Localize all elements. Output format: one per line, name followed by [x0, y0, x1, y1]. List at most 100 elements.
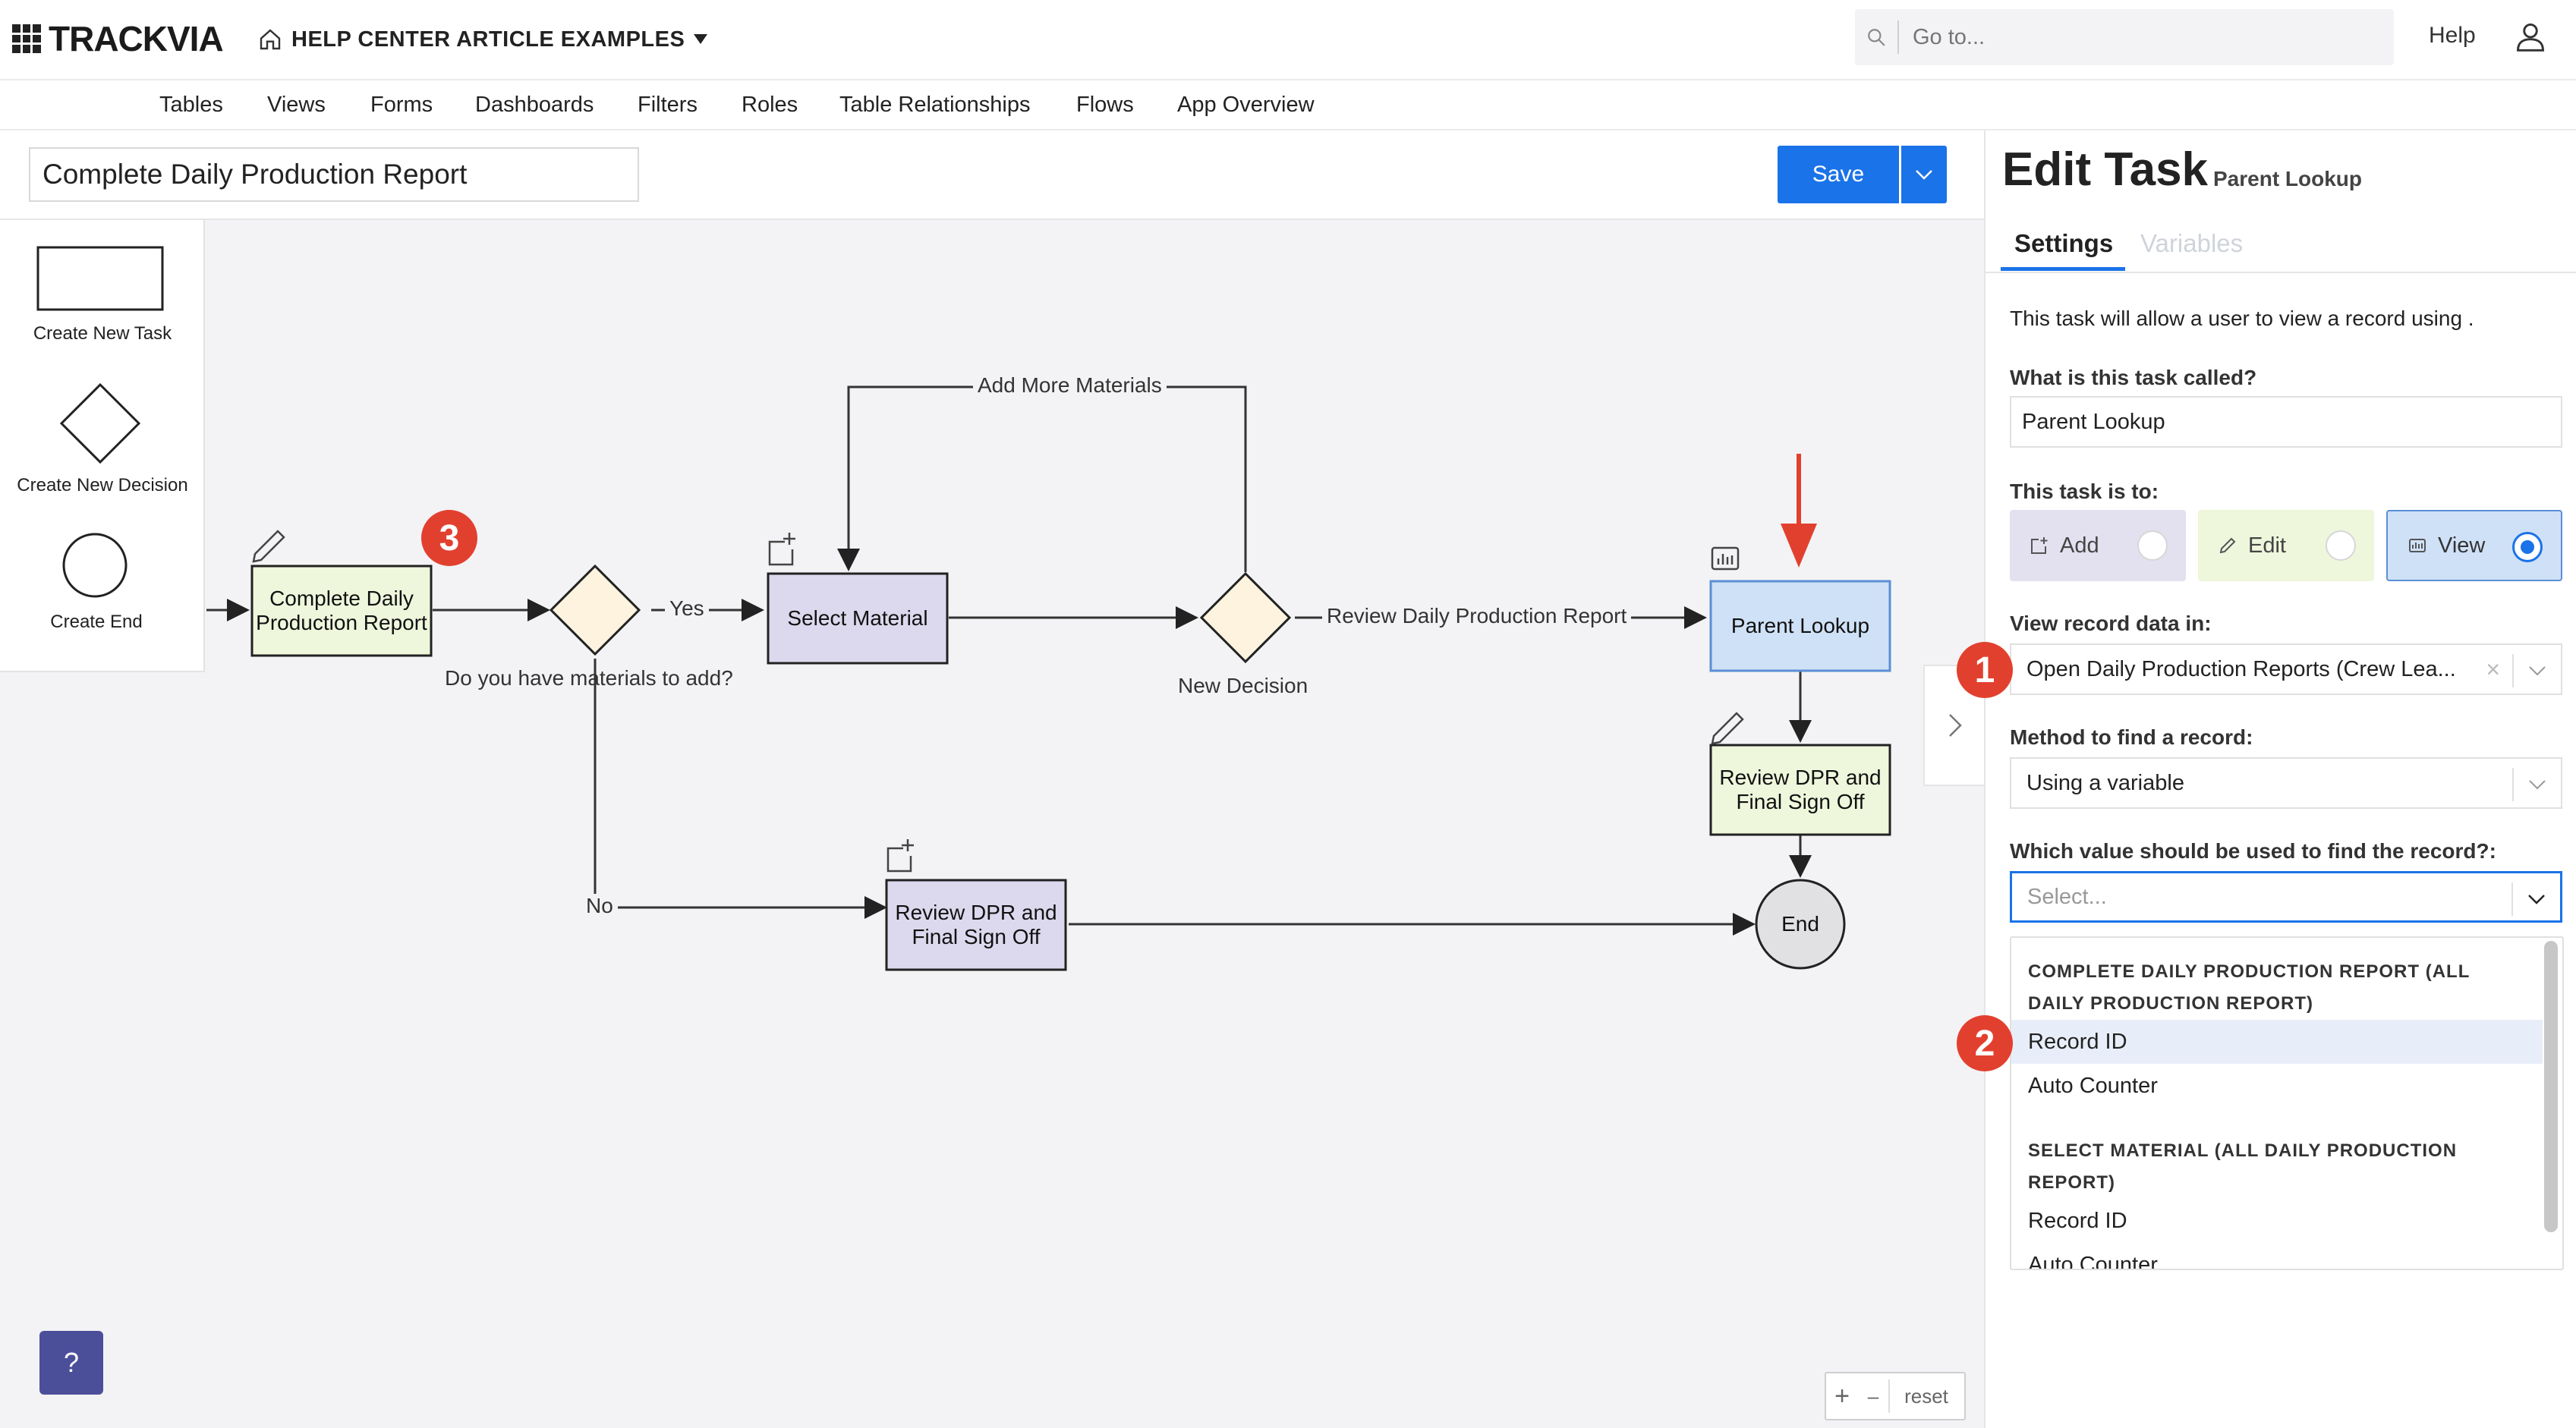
- dropdown-item-record-id[interactable]: Record ID: [2011, 1199, 2543, 1243]
- option-edit[interactable]: Edit: [2198, 510, 2374, 581]
- zoom-reset-button[interactable]: reset: [1890, 1385, 1963, 1408]
- decision-materials-label: Do you have materials to add?: [445, 666, 733, 690]
- create-end-label: Create End: [50, 612, 143, 632]
- tab-active-indicator: [2001, 267, 2125, 271]
- chevron-down-icon[interactable]: [2512, 654, 2561, 687]
- clear-icon[interactable]: ×: [2486, 656, 2500, 684]
- nav-table-relationships[interactable]: Table Relationships: [839, 93, 1030, 118]
- dropdown-group-complete: COMPLETE DAILY PRODUCTION REPORT (ALL DA…: [2028, 956, 2499, 1020]
- nav-flows[interactable]: Flows: [1076, 93, 1134, 118]
- search-input[interactable]: [1899, 24, 2354, 50]
- option-add-radio[interactable]: [2137, 530, 2168, 561]
- zoom-controls: + – reset: [1825, 1372, 1966, 1420]
- save-options-button[interactable]: [1901, 146, 1947, 203]
- dropdown-group-title-line: COMPLETE DAILY PRODUCTION REPORT (ALL: [2028, 961, 2471, 982]
- app-name: HELP CENTER ARTICLE EXAMPLES: [291, 27, 685, 52]
- create-task-label: Create New Task: [33, 323, 172, 344]
- method-label: Method to find a record:: [2010, 725, 2253, 749]
- pencil-icon: [2219, 537, 2236, 554]
- nav-forms[interactable]: Forms: [370, 93, 433, 118]
- create-task-shape[interactable]: [36, 246, 164, 311]
- dropdown-item-auto-counter[interactable]: Auto Counter: [2011, 1064, 2543, 1108]
- create-decision-label: Create New Decision: [17, 475, 188, 495]
- node-label-end[interactable]: End: [1756, 880, 1844, 968]
- node-label-complete[interactable]: Complete Daily Production Report: [252, 566, 431, 656]
- help-button[interactable]: ?: [39, 1331, 103, 1395]
- option-edit-radio[interactable]: [2326, 530, 2356, 561]
- panel-title: Edit Task: [2002, 143, 2209, 196]
- app-switcher[interactable]: HELP CENTER ARTICLE EXAMPLES: [258, 23, 708, 56]
- nav-views[interactable]: Views: [267, 93, 326, 118]
- task-name-field[interactable]: Parent Lookup: [2010, 396, 2562, 448]
- view-in-label: View record data in:: [2010, 612, 2212, 635]
- caret-down-icon: [694, 34, 708, 44]
- zoom-in-button[interactable]: +: [1826, 1382, 1858, 1411]
- chevron-down-icon[interactable]: [2511, 882, 2560, 916]
- add-record-icon: [2031, 537, 2048, 554]
- view-in-select[interactable]: Open Daily Production Reports (Crew Lea.…: [2010, 643, 2562, 695]
- panel-subtitle: Parent Lookup: [2213, 167, 2363, 190]
- chevron-right-icon: [1949, 714, 1962, 737]
- method-value: Using a variable: [2026, 770, 2184, 795]
- method-select[interactable]: Using a variable: [2010, 757, 2562, 809]
- dropdown-group-title-line: REPORT): [2028, 1172, 2115, 1193]
- dropdown-group-title-line: DAILY PRODUCTION REPORT): [2028, 993, 2314, 1014]
- zoom-out-button[interactable]: –: [1858, 1379, 1890, 1413]
- option-edit-label: Edit: [2248, 533, 2286, 558]
- edge-label-review: Review Daily Production Report: [1322, 604, 1632, 628]
- which-value-label: Which value should be used to find the r…: [2010, 839, 2496, 863]
- option-view-label: View: [2438, 533, 2486, 558]
- flow-canvas[interactable]: [0, 220, 1984, 1428]
- trackvia-logo[interactable]: TRACKVIA: [12, 19, 224, 58]
- home-icon: [260, 29, 281, 50]
- goto-search[interactable]: [1855, 9, 2394, 65]
- search-icon: [1855, 27, 1897, 47]
- edge-label-add-more: Add More Materials: [973, 373, 1167, 398]
- user-profile-icon[interactable]: [2514, 20, 2547, 57]
- nav-filters[interactable]: Filters: [638, 93, 698, 118]
- decision-new-label: New Decision: [1178, 674, 1308, 697]
- dropdown-item-record-id[interactable]: Record ID: [2011, 1020, 2543, 1064]
- chevron-down-icon[interactable]: [2512, 768, 2561, 801]
- dropdown-group-title-line: SELECT MATERIAL (ALL DAILY PRODUCTION: [2028, 1140, 2458, 1161]
- chevron-down-icon: [1916, 170, 1932, 180]
- nav-app-overview[interactable]: App Overview: [1177, 93, 1315, 118]
- option-add-label: Add: [2060, 533, 2099, 558]
- edge-label-yes: Yes: [665, 596, 709, 621]
- tabs-divider: [1986, 272, 2576, 273]
- task-is-label: This task is to:: [2010, 480, 2159, 503]
- dropdown-scrollbar[interactable]: [2544, 941, 2558, 1232]
- create-decision-shape[interactable]: [59, 382, 141, 464]
- name-label: What is this task called?: [2010, 366, 2257, 389]
- save-button[interactable]: Save: [1778, 146, 1899, 203]
- view-record-icon: [2409, 539, 2426, 552]
- tab-settings[interactable]: Settings: [2014, 229, 2113, 258]
- annotation-badge-3: 3: [421, 510, 477, 566]
- nav-tables[interactable]: Tables: [159, 93, 223, 118]
- main-nav: Tables Views Forms Dashboards Filters Ro…: [0, 82, 2576, 131]
- help-link[interactable]: Help: [2429, 23, 2476, 49]
- dropdown-group-select-material: SELECT MATERIAL (ALL DAILY PRODUCTION RE…: [2028, 1135, 2499, 1199]
- option-view-radio[interactable]: [2512, 532, 2543, 562]
- which-value-select[interactable]: Select...: [2010, 871, 2562, 923]
- option-add[interactable]: Add: [2010, 510, 2186, 581]
- task-description: This task will allow a user to view a re…: [2010, 307, 2474, 330]
- nav-roles[interactable]: Roles: [742, 93, 798, 118]
- node-label-parent-lookup[interactable]: Parent Lookup: [1711, 581, 1890, 671]
- radio-selected-dot: [2521, 540, 2534, 554]
- shape-palette: Create New Task Create New Decision Crea…: [0, 220, 205, 672]
- create-end-shape[interactable]: [61, 531, 129, 599]
- option-view[interactable]: View: [2386, 510, 2562, 581]
- node-label-review-right[interactable]: Review DPR and Final Sign Off: [1711, 745, 1890, 835]
- annotation-badge-2: 2: [1957, 1015, 2013, 1071]
- flow-title-input[interactable]: Complete Daily Production Report: [29, 147, 639, 202]
- logo-text: TRACKVIA: [49, 19, 224, 58]
- edge-label-no: No: [581, 894, 618, 918]
- tab-variables[interactable]: Variables: [2140, 229, 2243, 258]
- dropdown-item-auto-counter[interactable]: Auto Counter: [2011, 1243, 2543, 1269]
- view-in-value: Open Daily Production Reports (Crew Lea.…: [2026, 656, 2456, 681]
- nav-dashboards[interactable]: Dashboards: [475, 93, 594, 118]
- node-label-select-material[interactable]: Select Material: [768, 574, 947, 663]
- logo-grid-icon: [12, 24, 41, 53]
- node-label-review-bottom[interactable]: Review DPR and Final Sign Off: [886, 880, 1066, 970]
